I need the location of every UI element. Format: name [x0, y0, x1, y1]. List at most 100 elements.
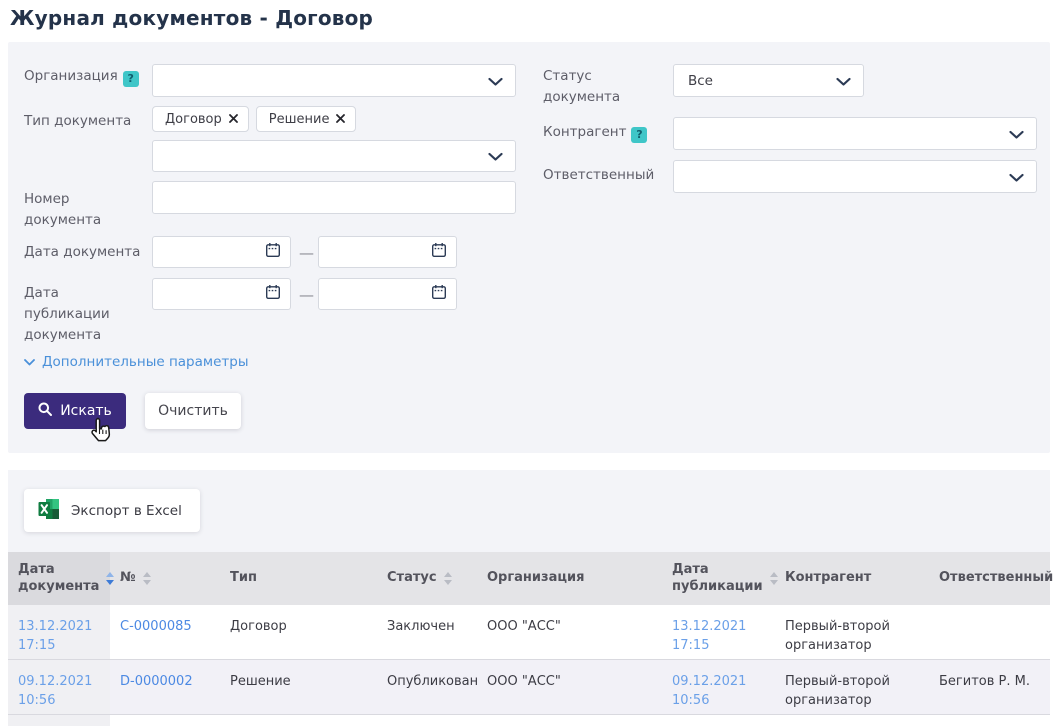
date-range-dash: — — [299, 244, 314, 262]
doc-date-label: Дата документа — [24, 242, 152, 263]
column-label: Контрагент — [785, 570, 871, 587]
search-icon — [38, 402, 52, 420]
cell-organization — [477, 715, 662, 726]
column-header-organization: Организация — [477, 552, 662, 605]
counterparty-label-text: Контрагент — [543, 124, 626, 140]
pub_date-link[interactable]: 09.12.2021 10:56 — [672, 674, 746, 708]
chevron-down-icon — [836, 71, 851, 90]
cell-type: Договор — [220, 605, 377, 659]
doc-type-select[interactable] — [152, 140, 516, 172]
column-header-counterparty: Контрагент — [775, 552, 929, 605]
cell-pub_date — [662, 715, 775, 726]
tag-remove-icon[interactable] — [336, 112, 345, 127]
responsible-label: Ответственный — [543, 165, 673, 186]
cell-number: D-0000002 — [110, 660, 220, 714]
number-link[interactable]: D-0000002 — [120, 674, 193, 689]
cell-doc_date: 13.12.2021 17:15 — [8, 605, 110, 659]
documents-table: Дата документа № Тип Статус Организация Дата … — [8, 552, 1050, 726]
cell-number — [110, 715, 220, 726]
export-excel-label: Экспорт в Excel — [71, 503, 182, 519]
date-range-dash: — — [299, 286, 314, 304]
doc-type-tag: Решение — [256, 106, 357, 132]
results-panel: Экспорт в Excel Дата документа № Тип Статус… — [8, 470, 1050, 726]
cell-doc_date: 09.12.2021 10:56 — [8, 660, 110, 714]
status-select-value: Все — [688, 73, 713, 89]
more-params-link[interactable]: Дополнительные параметры — [24, 354, 248, 370]
doc-number-input[interactable] — [152, 181, 516, 214]
cell-pub_date: 13.12.2021 17:15 — [662, 605, 775, 659]
cell-counterparty: Первый-второй организатор — [775, 660, 929, 714]
tag-label: Решение — [269, 112, 330, 127]
help-icon[interactable]: ? — [631, 127, 647, 143]
search-button-label: Искать — [60, 403, 112, 419]
responsible-select[interactable] — [673, 160, 1037, 193]
cell-organization: ООО "АСС" — [477, 660, 662, 714]
cell-status — [377, 715, 477, 726]
cell-organization: ООО "АСС" — [477, 605, 662, 659]
tag-remove-icon[interactable] — [229, 112, 238, 127]
doc-type-tag: Договор — [152, 106, 249, 132]
pub-date-from-input[interactable] — [152, 278, 291, 310]
table-row: 09.12.2021 10:56D-0000002РешениеОпублико… — [8, 660, 1050, 715]
column-header-responsible: Ответственный — [929, 552, 1050, 605]
column-label: Дата публикации — [672, 562, 763, 596]
table-body: 13.12.2021 17:15 C-0000085 ДоговорЗаключен… — [8, 605, 1050, 726]
doc-date-to-input[interactable] — [318, 236, 457, 268]
column-header-status[interactable]: Статус — [377, 552, 477, 605]
column-label: № — [120, 570, 136, 587]
sort-icon[interactable] — [444, 572, 452, 585]
pub-date-to-input[interactable] — [318, 278, 457, 310]
cell-responsible — [929, 605, 1050, 659]
column-label: Ответственный — [939, 570, 1053, 587]
column-label: Статус — [387, 570, 437, 587]
doc_date-link[interactable]: 09.12.2021 10:56 — [18, 674, 92, 708]
doc-type-tags: Договор Решение — [152, 106, 356, 132]
calendar-icon[interactable] — [265, 242, 281, 262]
column-label: Организация — [487, 570, 584, 587]
more-params-label: Дополнительные параметры — [42, 354, 248, 370]
cell-counterparty: Первый-второй организатор — [775, 605, 929, 659]
doc-number-label: Номер документа — [24, 189, 116, 231]
cell-responsible: Бегитов Р. М. — [929, 660, 1050, 714]
counterparty-label: Контрагент? — [543, 122, 673, 143]
doc-type-label: Тип документа — [24, 111, 152, 132]
cell-status: Опубликован — [377, 660, 477, 714]
tag-label: Договор — [165, 112, 222, 127]
cell-responsible — [929, 715, 1050, 726]
help-icon[interactable]: ? — [123, 71, 139, 87]
column-header-number[interactable]: № — [110, 552, 220, 605]
column-header-doc_date[interactable]: Дата документа — [8, 552, 110, 605]
chevron-down-icon — [488, 147, 503, 166]
sort-icon[interactable] — [143, 572, 151, 585]
cell-status: Заключен — [377, 605, 477, 659]
export-excel-button[interactable]: Экспорт в Excel — [24, 489, 200, 532]
excel-icon — [37, 497, 61, 525]
page-title: Журнал документов - Договор — [10, 6, 373, 30]
status-label: Статус документа — [543, 66, 633, 108]
table-row-partial — [8, 715, 1050, 726]
pub-date-label: Дата публикации документа — [24, 283, 124, 346]
column-label: Тип — [230, 570, 257, 587]
cell-counterparty — [775, 715, 929, 726]
page: Журнал документов - Договор Организация?… — [0, 0, 1058, 726]
counterparty-select[interactable] — [673, 117, 1037, 150]
calendar-icon[interactable] — [431, 242, 447, 262]
column-header-pub_date[interactable]: Дата публикации — [662, 552, 775, 605]
number-link[interactable]: C-0000085 — [120, 619, 192, 634]
pub_date-link[interactable]: 13.12.2021 17:15 — [672, 619, 746, 653]
calendar-icon[interactable] — [431, 284, 447, 304]
organization-select[interactable] — [152, 64, 516, 97]
doc-date-from-input[interactable] — [152, 236, 291, 268]
column-header-type: Тип — [220, 552, 377, 605]
organization-label-text: Организация — [24, 68, 118, 84]
chevron-down-icon — [488, 71, 503, 90]
table-row: 13.12.2021 17:15 C-0000085 ДоговорЗаключен… — [8, 605, 1050, 660]
chevron-down-icon — [1009, 124, 1024, 143]
doc_date-link[interactable]: 13.12.2021 17:15 — [18, 619, 92, 653]
organization-label: Организация? — [24, 66, 152, 87]
clear-button[interactable]: Очистить — [145, 393, 241, 429]
search-button[interactable]: Искать — [24, 393, 126, 429]
status-select[interactable]: Все — [673, 64, 864, 97]
calendar-icon[interactable] — [265, 284, 281, 304]
filter-panel: Организация? Статус документа Все Тип до… — [8, 42, 1050, 453]
